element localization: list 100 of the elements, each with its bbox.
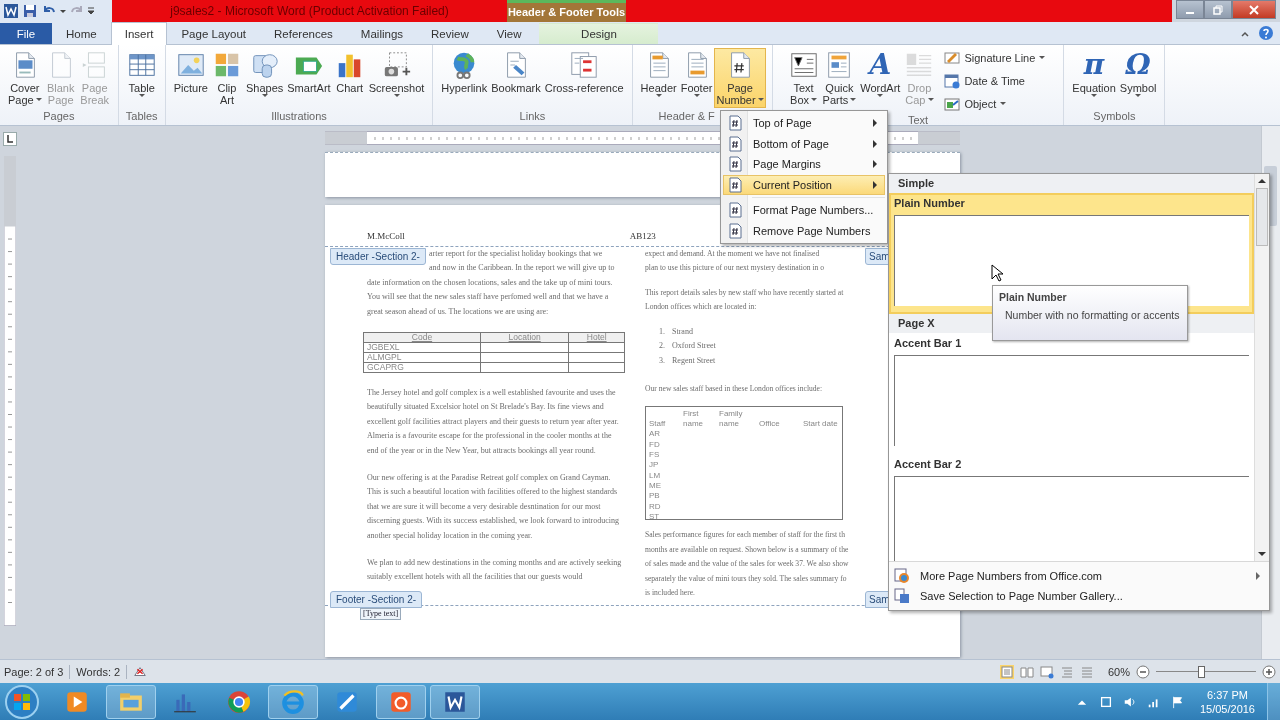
page-number-icon — [727, 156, 743, 173]
ribbon-tab[interactable]: View — [482, 22, 536, 44]
globe-page-icon — [894, 568, 910, 584]
ribbon-tab[interactable]: Page Layout — [167, 22, 261, 44]
table-cell-text: RD — [649, 501, 662, 512]
table-cell: JGBEXL — [363, 342, 481, 353]
ribbon-button[interactable]: SmartArt — [285, 47, 333, 108]
page-number-icon — [727, 115, 743, 132]
table-cell-text: ME — [649, 480, 662, 492]
ribbon-button[interactable]: Cross-reference — [542, 47, 626, 108]
scroll-down-icon[interactable] — [1257, 550, 1267, 558]
object-icon — [944, 95, 961, 112]
ribbon-button[interactable]: Quick Parts — [820, 47, 859, 108]
header-text: M.McColl — [367, 230, 405, 241]
menu-item[interactable]: Top of Page — [723, 113, 885, 134]
ribbon-button[interactable]: A WordArt — [858, 47, 903, 108]
column-header: Code — [363, 332, 481, 343]
save-icon[interactable] — [22, 2, 38, 19]
tooltip-title: Plain Number — [999, 291, 1068, 303]
ribbon-button[interactable]: π Equation — [1070, 47, 1118, 108]
ribbon-button[interactable]: Signature Line — [940, 47, 1050, 68]
restore-button[interactable] — [1204, 0, 1232, 19]
ribbon-tab[interactable]: Home — [52, 22, 111, 44]
device-icon[interactable] — [1098, 694, 1113, 709]
close-icon — [1249, 4, 1259, 15]
customize-toolbar-icon[interactable] — [88, 6, 94, 15]
table-cell-text: JP — [649, 460, 660, 471]
ribbon-button[interactable]: Screenshot — [366, 47, 427, 108]
ribbon-button[interactable]: Table — [124, 47, 159, 108]
ribbon-button[interactable]: Ω Symbol — [1117, 47, 1159, 108]
clock-date[interactable]: 15/05/2016 — [1199, 701, 1255, 716]
menu-item[interactable]: Remove Page Numbers — [723, 220, 885, 241]
ribbon-tab[interactable]: Insert — [110, 21, 168, 45]
print-layout-icon[interactable] — [999, 664, 1014, 679]
menu-item[interactable]: Current Position — [723, 174, 885, 195]
ribbon-tab[interactable]: Review — [417, 22, 483, 44]
table-cell: GCAPRG — [363, 362, 481, 373]
ribbon-tab[interactable]: References — [260, 22, 347, 44]
ribbon-tab[interactable]: File — [0, 22, 52, 44]
ribbon-button[interactable]: Clip Art — [209, 47, 244, 108]
word-app-icon[interactable] — [430, 684, 480, 719]
column-header: Family name — [719, 409, 744, 430]
ribbon-button[interactable]: Hyperlink — [439, 47, 490, 108]
mouse-pointer-icon — [991, 264, 1003, 282]
ribbon-button[interactable]: Object — [940, 93, 1050, 114]
help-icon[interactable] — [1258, 24, 1274, 41]
proofing-icon[interactable] — [133, 664, 148, 679]
menu-item[interactable]: More Page Numbers from Office.com — [891, 566, 1267, 586]
word-count[interactable]: Words: 2 — [76, 665, 121, 678]
zoom-slider-thumb[interactable] — [1198, 666, 1205, 679]
window-title: j9sales2 - Microsoft Word (Product Activation Failed) — [170, 3, 449, 18]
paragraph: Our new offering is at the Paradise Retreat golf complex on Grand Cayman. This is such a beautiful location with facilities offered to the highest standards that we are sure it will become a very desirable desntination for our most discerning guests. With its success established, we look forward to introducing another special holiday location in the coming year. — [367, 472, 620, 542]
ribbon-button[interactable]: Picture — [171, 47, 210, 108]
scroll-thumb[interactable] — [1256, 188, 1268, 246]
paragraph: arter report for the specialist holiday bookings that we and now in the Caribbean. In the report we will give up to — [429, 247, 616, 275]
scroll-up-icon[interactable] — [1257, 177, 1267, 185]
page-number-icon — [727, 135, 743, 152]
word-logo-icon[interactable] — [3, 2, 19, 19]
restore-icon — [1213, 4, 1223, 15]
folder-icon[interactable] — [106, 684, 156, 719]
zoom-out-icon[interactable] — [1136, 664, 1150, 679]
ribbon-button[interactable]: Shapes — [243, 47, 286, 108]
page-count[interactable]: Page: 2 of 3 — [4, 665, 64, 678]
start-button[interactable] — [4, 683, 40, 720]
minimize-button[interactable] — [1176, 0, 1204, 19]
cross-reference-icon — [569, 49, 600, 80]
web-layout-icon[interactable] — [1039, 664, 1054, 679]
gallery-scrollbar[interactable] — [1254, 174, 1269, 561]
close-button[interactable] — [1232, 0, 1276, 19]
column-header: Location — [480, 332, 569, 343]
ribbon-button[interactable]: Page Number — [714, 47, 766, 108]
menu-item[interactable]: Save Selection to Page Number Gallery... — [891, 586, 1267, 606]
table-cell: ALMGPL — [363, 352, 481, 363]
ribbon-button[interactable]: Text Box — [786, 47, 821, 108]
ribbon-button[interactable]: Chart — [332, 47, 367, 108]
column-header: Hotel — [568, 332, 625, 343]
zoom-in-icon[interactable] — [1262, 664, 1276, 679]
tab-selector-icon[interactable] — [3, 131, 17, 146]
list-number: 3. — [659, 354, 665, 367]
browser-icon[interactable] — [268, 684, 318, 719]
ribbon-button[interactable]: Date & Time — [940, 70, 1050, 91]
paragraph: The Jersey hotel and golf complex is a well established favourite and uses the beautifully situated Excelsior hotel on St Brelade's Bay. Its fine views and excellent golf facilities attract players and their guests to return year after year. Almeria is a favourite escape for the professional in the cooler months at the end of the year or in the New Year, but attracts bookings all year round. — [367, 386, 620, 457]
ribbon-tab[interactable]: Design — [539, 22, 659, 44]
reading-view-icon[interactable] — [1019, 664, 1034, 679]
zoom-level[interactable]: 60% — [1107, 665, 1130, 678]
ribbon-button[interactable]: Header — [638, 47, 679, 108]
signature-icon — [944, 49, 961, 66]
menu-item[interactable]: Page Margins — [723, 154, 885, 175]
ribbon-tab[interactable]: Mailings — [346, 22, 418, 44]
ribbon-button[interactable]: Footer — [678, 47, 715, 108]
save-to-gallery-icon — [894, 588, 910, 604]
gallery-section-heading: Simple — [889, 174, 1254, 193]
menu-item[interactable]: Bottom of Page — [723, 133, 885, 154]
menu-item[interactable]: Format Page Numbers... — [723, 200, 885, 221]
ribbon-button[interactable]: Cover Page — [6, 47, 44, 108]
flag-icon[interactable] — [1170, 694, 1185, 709]
ribbon-button[interactable]: Bookmark — [489, 47, 543, 108]
table-cell-text: FD — [649, 439, 661, 451]
list-item: Strand — [672, 325, 693, 338]
camera-app-icon[interactable] — [376, 684, 426, 719]
